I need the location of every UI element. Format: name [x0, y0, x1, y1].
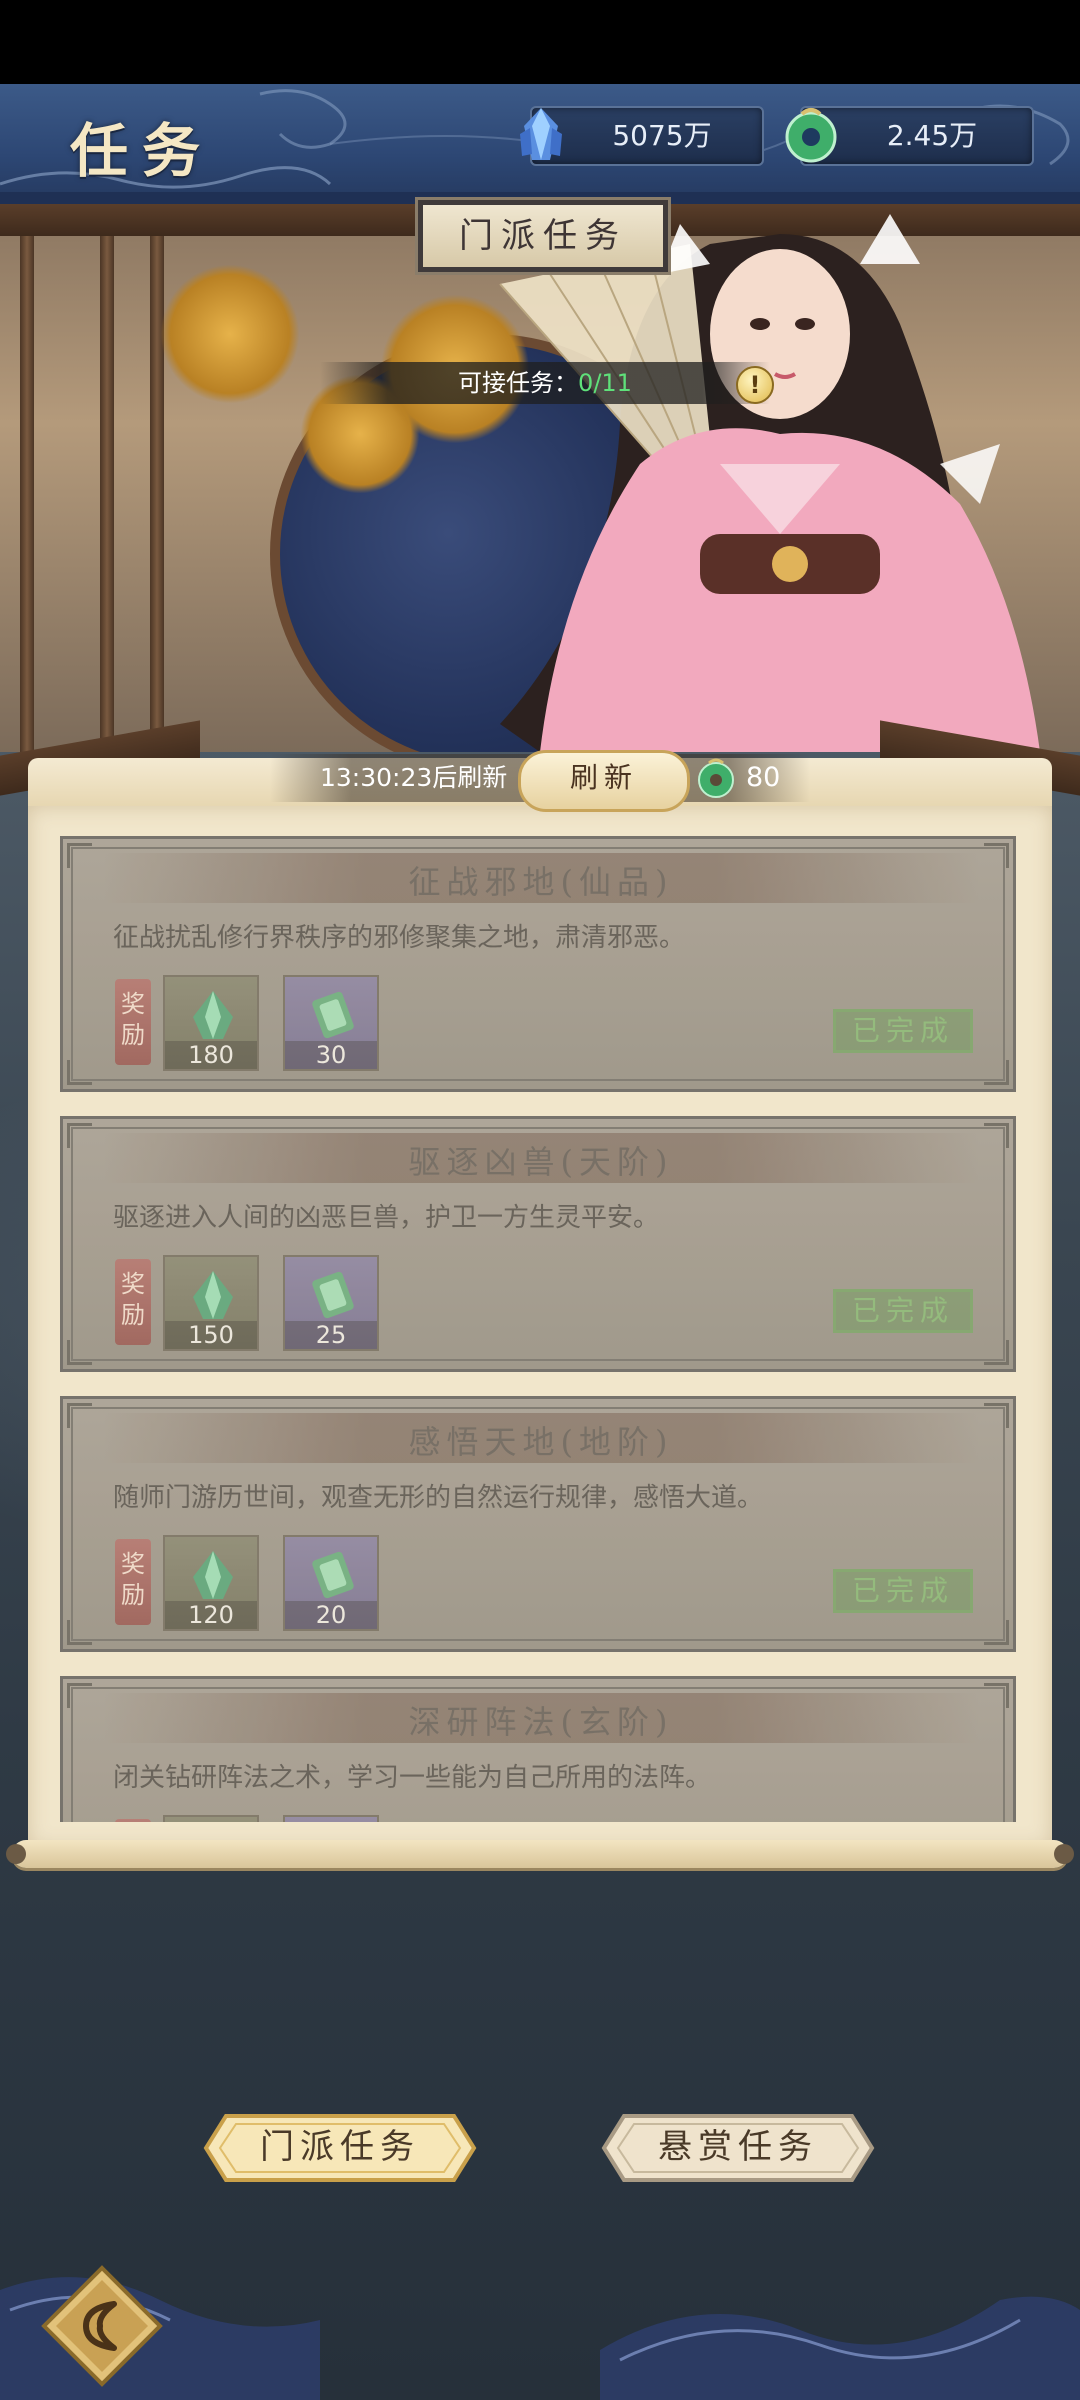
refresh-button[interactable]: 刷新: [518, 750, 690, 812]
section-title-plaque: 门派任务: [418, 200, 668, 272]
available-tasks-bar: 可接任务：0/11: [320, 362, 770, 404]
task-screen: 任务 5075万 2.45万 门派任务 可接任务：0/11 ! 13:30:23…: [0, 0, 1080, 2400]
jade-coin-icon: [785, 108, 837, 163]
task-title: 驱逐凶兽(天阶): [408, 1143, 674, 1181]
corner-ornament: [67, 1060, 92, 1085]
reward-item[interactable]: [283, 1815, 379, 1822]
task-title: 征战邪地(仙品): [408, 863, 674, 901]
green-spirit-stone-icon: [193, 1271, 233, 1319]
reward-quantity: 30: [285, 1041, 377, 1069]
purple-jade-icon: [312, 991, 354, 1039]
task-card[interactable]: 深研阵法(玄阶) 闭关钻研阵法之术，学习一些能为自己所用的法阵。 奖励: [60, 1676, 1016, 1822]
task-card[interactable]: 征战邪地(仙品) 征战扰乱修行界秩序的邪修聚集之地，肃清邪恶。 奖励 180 3…: [60, 836, 1016, 1092]
status-bar: [0, 0, 1080, 84]
character-portrait: [499, 214, 1040, 752]
task-list[interactable]: 征战邪地(仙品) 征战扰乱修行界秩序的邪修聚集之地，肃清邪恶。 奖励 180 3…: [60, 836, 1020, 1822]
refresh-row: 13:30:23后刷新 刷新 80: [270, 750, 810, 812]
task-card[interactable]: 驱逐凶兽(天阶) 驱逐进入人间的凶恶巨兽，护卫一方生灵平安。 奖励 150 25…: [60, 1116, 1016, 1372]
reward-item[interactable]: 20: [283, 1535, 379, 1631]
refresh-cost: 80: [746, 762, 781, 793]
task-description: 征战扰乱修行界秩序的邪修聚集之地，肃清邪恶。: [113, 923, 686, 953]
corner-ornament: [984, 1620, 1009, 1645]
reward-label: 奖励: [115, 1819, 151, 1822]
task-title: 深研阵法(玄阶): [408, 1703, 674, 1741]
crystal-icon: [520, 108, 562, 160]
info-icon[interactable]: !: [736, 366, 774, 404]
completed-badge: 已完成: [833, 1569, 973, 1613]
purple-jade-icon: [312, 1271, 354, 1319]
top-header: 任务 5075万 2.45万: [0, 84, 1080, 207]
jade-coin-icon: [698, 758, 734, 798]
purple-jade-icon: [312, 1551, 354, 1599]
jade-currency-display: 2.45万: [785, 106, 1034, 166]
task-description: 随师门游历世间，观查无形的自然运行规律，感悟大道。: [113, 1483, 764, 1513]
tab-label: 门派任务: [260, 2127, 420, 2167]
tab-sect-tasks[interactable]: 门派任务: [202, 2112, 478, 2184]
available-tasks-label: 可接任务：: [458, 369, 579, 397]
reward-quantity: 120: [165, 1601, 257, 1629]
task-card[interactable]: 感悟天地(地阶) 随师门游历世间，观查无形的自然运行规律，感悟大道。 奖励 12…: [60, 1396, 1016, 1652]
reward-item[interactable]: 180: [163, 975, 259, 1071]
green-spirit-stone-icon: [193, 1551, 233, 1599]
completed-badge: 已完成: [833, 1289, 973, 1333]
golden-blossom-decoration: [160, 264, 300, 404]
hero-illustration: [0, 204, 1080, 752]
reward-item[interactable]: 30: [283, 975, 379, 1071]
wooden-pillar: [100, 236, 114, 752]
corner-ornament: [67, 1340, 92, 1365]
task-description: 闭关钻研阵法之术，学习一些能为自己所用的法阵。: [113, 1763, 712, 1793]
crystal-currency-display: 5075万: [520, 106, 764, 166]
green-spirit-stone-icon: [193, 991, 233, 1039]
reward-label: 奖励: [115, 1539, 151, 1625]
refresh-countdown: 13:30:23后刷新: [320, 763, 508, 792]
task-description: 驱逐进入人间的凶恶巨兽，护卫一方生灵平安。: [113, 1203, 660, 1233]
tab-label: 悬赏任务: [658, 2127, 818, 2167]
reward-item[interactable]: 150: [163, 1255, 259, 1351]
task-title: 感悟天地(地阶): [408, 1423, 674, 1461]
reward-item[interactable]: [163, 1815, 259, 1822]
completed-badge: 已完成: [833, 1009, 973, 1053]
corner-ornament: [984, 1060, 1009, 1085]
reward-quantity: 150: [165, 1321, 257, 1349]
scroll-bottom-roller: [6, 1840, 1074, 1868]
reward-item[interactable]: 120: [163, 1535, 259, 1631]
jade-amount: 2.45万: [886, 119, 978, 152]
reward-quantity: 180: [165, 1041, 257, 1069]
reward-item[interactable]: 25: [283, 1255, 379, 1351]
corner-ornament: [67, 1620, 92, 1645]
wooden-pillar: [20, 236, 34, 752]
page-title: 任务: [70, 117, 215, 185]
back-button[interactable]: [40, 2264, 164, 2388]
crystal-amount: 5075万: [612, 119, 712, 152]
corner-ornament: [984, 1340, 1009, 1365]
reward-quantity: 20: [285, 1601, 377, 1629]
reward-quantity: 25: [285, 1321, 377, 1349]
reward-label: 奖励: [115, 979, 151, 1065]
available-tasks-count: 0/11: [578, 369, 632, 397]
tab-bounty-tasks[interactable]: 悬赏任务: [600, 2112, 876, 2184]
reward-label: 奖励: [115, 1259, 151, 1345]
